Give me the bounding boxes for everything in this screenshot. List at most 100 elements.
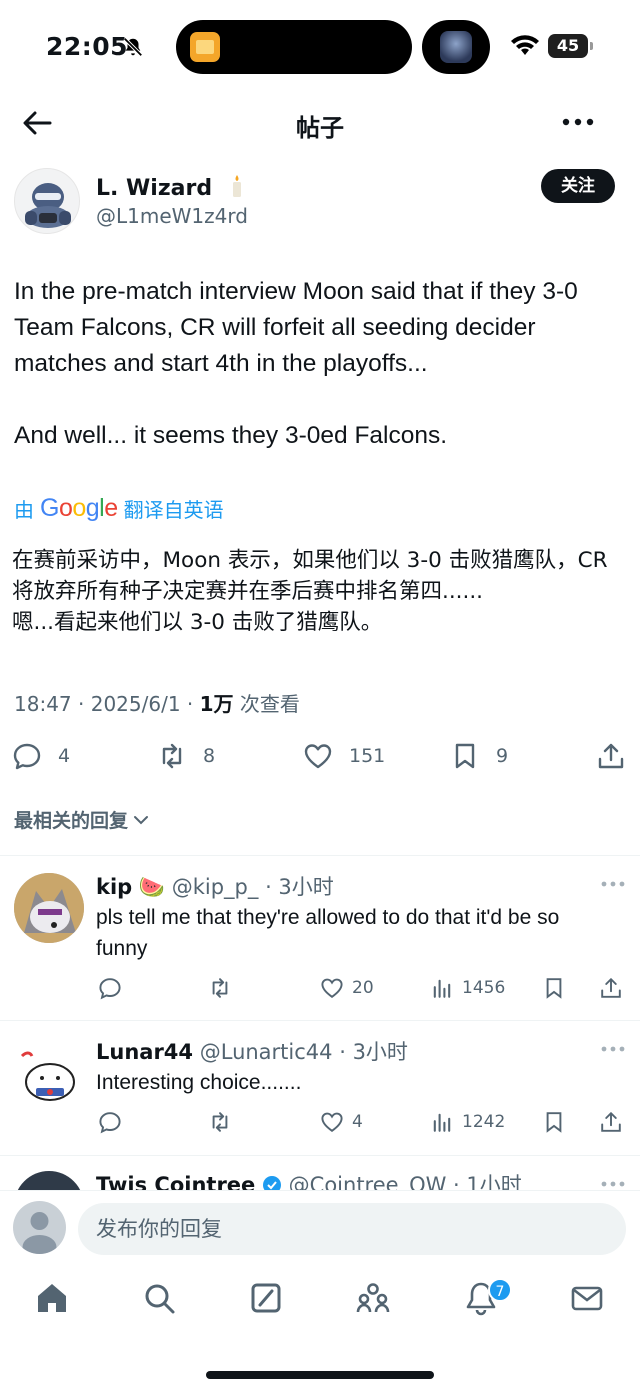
heart-icon xyxy=(321,1112,343,1132)
repost-button[interactable] xyxy=(208,1107,232,1137)
home-indicator xyxy=(206,1371,434,1379)
app-activity-icon xyxy=(190,32,220,62)
reply-composer xyxy=(0,1190,640,1266)
reply-handle[interactable]: @Cointree_OW xyxy=(289,1173,447,1190)
tab-messages[interactable] xyxy=(569,1280,609,1320)
bookmark-icon xyxy=(455,743,475,769)
more-icon[interactable] xyxy=(600,1045,626,1053)
heart-icon xyxy=(304,744,332,769)
follow-button[interactable]: 关注 xyxy=(541,169,615,203)
post-actions: 4 8 151 9 xyxy=(0,736,640,776)
reply-handle[interactable]: @kip_p_ xyxy=(172,875,259,899)
reply-name[interactable]: kip xyxy=(96,875,132,899)
more-icon[interactable] xyxy=(600,880,626,888)
reply-text: pls tell me that they're allowed to do t… xyxy=(96,906,560,960)
communities-icon xyxy=(356,1283,390,1313)
reply-time: 3小时 xyxy=(278,875,334,899)
reply-header: Twis Cointree @Cointree_OW · 1小时 xyxy=(96,1169,522,1190)
analytics-icon xyxy=(433,1113,451,1132)
post-text-paragraph: And well... it seems they 3-0ed Falcons. xyxy=(14,422,448,449)
more-icon[interactable] xyxy=(600,1180,626,1188)
post-text-paragraph: In the pre-match interview Moon said tha… xyxy=(14,278,578,377)
watermelon-emoji-icon: 🍉 xyxy=(138,875,166,899)
wifi-icon xyxy=(511,35,539,55)
like-button[interactable]: 20 xyxy=(320,973,374,1003)
author-name[interactable]: L. Wizard xyxy=(96,174,244,201)
reply-name[interactable]: Lunar44 xyxy=(96,1040,193,1064)
home-icon xyxy=(38,1284,66,1312)
reply-handle[interactable]: @Lunartic44 xyxy=(200,1040,333,1064)
reply-icon xyxy=(13,743,41,770)
like-button[interactable]: 4 xyxy=(320,1107,363,1137)
reply-time: 3小时 xyxy=(352,1040,408,1064)
reply-sort-dropdown[interactable]: 最相关的回复 xyxy=(14,806,150,833)
author-avatar[interactable] xyxy=(14,168,80,234)
reply-header: Lunar44 @Lunartic44 · 3小时 xyxy=(96,1040,408,1064)
more-icon[interactable] xyxy=(560,114,596,130)
reply-actions: 4 1242 xyxy=(96,1107,626,1137)
reply-icon xyxy=(99,1112,121,1134)
battery-indicator: 45 xyxy=(548,34,593,58)
google-logo: Google xyxy=(40,494,118,522)
reply-avatar[interactable] xyxy=(14,873,84,943)
album-art-icon xyxy=(440,31,472,63)
reply-header: kip 🍉 @kip_p_ · 3小时 xyxy=(96,875,334,899)
reply-item[interactable]: Lunar44 @Lunartic44 · 3小时 Interesting ch… xyxy=(0,1021,640,1155)
reply-item[interactable]: Twis Cointree @Cointree_OW · 1小时 xyxy=(0,1156,640,1190)
dynamic-island xyxy=(176,20,412,74)
bookmark-button[interactable]: 9 xyxy=(450,736,508,776)
post-text: In the pre-match interview Moon said tha… xyxy=(14,274,624,454)
reply-button[interactable] xyxy=(98,973,122,1003)
notification-badge: 7 xyxy=(488,1278,512,1302)
share-icon xyxy=(598,743,624,769)
like-button[interactable]: 151 xyxy=(303,736,385,776)
reply-name[interactable]: Twis Cointree xyxy=(96,1173,255,1190)
verified-badge-icon xyxy=(262,1176,281,1190)
share-icon xyxy=(601,977,621,998)
now-playing-island xyxy=(422,20,490,74)
search-icon xyxy=(145,1284,175,1314)
repost-button[interactable] xyxy=(208,973,232,1003)
status-bar: 22:05 45 xyxy=(0,0,640,96)
tab-communities[interactable] xyxy=(355,1280,395,1320)
reply-avatar[interactable] xyxy=(14,1171,84,1190)
grok-icon xyxy=(251,1283,281,1313)
views-button[interactable]: 1456 xyxy=(430,973,505,1003)
my-avatar[interactable] xyxy=(13,1201,66,1254)
share-button[interactable] xyxy=(596,736,626,776)
tab-home[interactable] xyxy=(34,1280,74,1320)
repost-icon xyxy=(162,743,182,769)
tab-search[interactable] xyxy=(141,1280,181,1320)
repost-icon xyxy=(212,1112,228,1132)
views-button[interactable]: 1242 xyxy=(430,1107,505,1137)
reply-item[interactable]: kip 🍉 @kip_p_ · 3小时 pls tell me that the… xyxy=(0,856,640,1020)
analytics-icon xyxy=(433,979,451,998)
chevron-down-icon xyxy=(134,815,149,824)
author-handle[interactable]: @L1meW1z4rd xyxy=(96,204,248,228)
repost-button[interactable]: 8 xyxy=(157,736,215,776)
reply-input[interactable] xyxy=(78,1203,626,1255)
reply-avatar[interactable] xyxy=(14,1038,84,1108)
bookmark-button[interactable] xyxy=(542,973,566,1003)
mail-icon xyxy=(571,1286,603,1311)
bookmark-icon xyxy=(546,1112,562,1133)
translated-paragraph: 在赛前采访中，Moon 表示，如果他们以 3-0 击败猎鹰队，CR 将放弃所有种… xyxy=(12,548,608,604)
reply-text: Interesting choice....... xyxy=(96,1071,302,1094)
bookmark-button[interactable] xyxy=(542,1107,566,1137)
reply-icon xyxy=(99,978,121,1000)
repost-icon xyxy=(212,978,228,998)
status-time: 22:05 xyxy=(46,32,129,61)
bottom-tab-bar xyxy=(0,1266,640,1346)
views-label[interactable]: 次查看 xyxy=(240,692,300,716)
reply-time: 1小时 xyxy=(466,1173,522,1190)
translation-attribution[interactable]: 由 Google 翻译自英语 xyxy=(14,494,224,523)
share-button[interactable] xyxy=(599,1107,623,1137)
reply-button[interactable] xyxy=(98,1107,122,1137)
reply-button[interactable]: 4 xyxy=(12,736,70,776)
views-count: 1万 xyxy=(199,692,234,716)
page-title: 帖子 xyxy=(296,114,344,142)
translated-text: 在赛前采访中，Moon 表示，如果他们以 3-0 击败猎鹰队，CR 将放弃所有种… xyxy=(12,545,632,638)
tab-grok[interactable] xyxy=(248,1280,288,1320)
translated-paragraph: 嗯...看起来他们以 3-0 击败了猎鹰队。 xyxy=(12,610,383,635)
share-button[interactable] xyxy=(599,973,623,1003)
